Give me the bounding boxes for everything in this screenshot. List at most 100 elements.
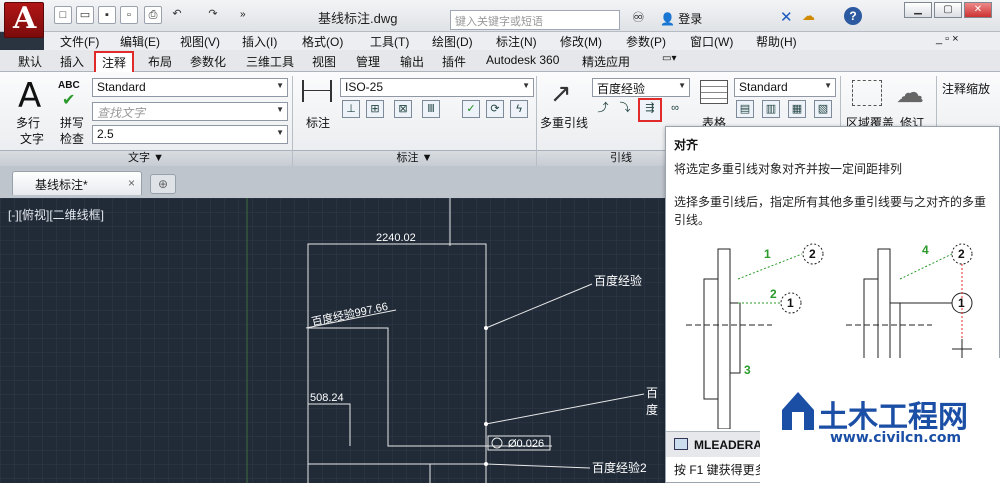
tab-manage[interactable]: 管理	[356, 53, 380, 70]
mleader-label[interactable]: 多重引线	[540, 114, 588, 131]
tab-3d-tools[interactable]: 三维工具	[246, 53, 294, 70]
dim-tolerance-icon[interactable]: ⊠	[394, 100, 412, 118]
menu-help[interactable]: 帮助(H)	[756, 33, 797, 50]
tab-parametric[interactable]: 参数化	[190, 53, 226, 70]
dim-style-select[interactable]: ISO-25	[340, 78, 534, 97]
remove-leader-icon[interactable]: ⤵	[616, 100, 634, 118]
ribbon-tab-bar: 默认 插入 注释 布局 参数化 三维工具 视图 管理 输出 插件 Autodes…	[0, 50, 1000, 74]
diagram-label-3: 2	[770, 287, 777, 301]
dim-panel-title[interactable]: 标注 ▼	[293, 150, 536, 166]
more-tools-icon[interactable]: »	[240, 9, 246, 20]
watermark-logo-icon	[782, 392, 814, 430]
diagram-label-7: 2	[958, 247, 965, 261]
mtext-label-2[interactable]: 文字	[20, 130, 44, 147]
tab-default[interactable]: 默认	[18, 53, 42, 70]
spellcheck-icon[interactable]: ✔	[62, 90, 75, 110]
tab-output[interactable]: 输出	[400, 53, 424, 70]
search-input[interactable]: 键入关键字或短语	[450, 10, 620, 30]
app-menu-logo[interactable]: A	[4, 1, 44, 38]
dim-label[interactable]: 标注	[306, 114, 330, 131]
menu-draw[interactable]: 绘图(D)	[432, 33, 473, 50]
minimize-button[interactable]: ▁	[904, 2, 932, 18]
drawing-canvas[interactable]: [-][俯视][二维线框] 2240.02 百度经验997.66 508.24 …	[0, 198, 665, 483]
spell-label-1[interactable]: 拼写	[60, 114, 84, 131]
file-tab-label: 基线标注*	[35, 178, 88, 192]
table-download-icon[interactable]: ▧	[814, 100, 832, 118]
add-leader-icon[interactable]: ⤴	[594, 100, 612, 118]
ribbon-minimize-icon[interactable]: ▭▾	[662, 53, 676, 64]
tab-autodesk-360[interactable]: Autodesk 360	[486, 53, 559, 67]
wipeout-icon[interactable]	[852, 80, 882, 106]
text-panel-title[interactable]: 文字 ▼	[0, 150, 292, 166]
table-icon[interactable]	[700, 80, 728, 104]
dim-jog-icon[interactable]: ϟ	[510, 100, 528, 118]
table-upload-icon[interactable]: ▦	[788, 100, 806, 118]
user-icon: 👤	[660, 12, 675, 26]
text-height-select[interactable]: 2.5	[92, 125, 288, 144]
align-leader-icon[interactable]: ⇶	[638, 98, 662, 122]
tab-featured-apps[interactable]: 精选应用	[582, 53, 630, 70]
maximize-button[interactable]: ▢	[934, 2, 962, 18]
tab-layout[interactable]: 布局	[148, 53, 172, 70]
dim-continue-icon[interactable]: Ⅲ	[422, 100, 440, 118]
menu-file[interactable]: 文件(F)	[60, 33, 99, 50]
login-button[interactable]: 👤 登录	[660, 10, 702, 27]
menu-dimension[interactable]: 标注(N)	[496, 33, 537, 50]
dim-update-icon[interactable]: ✓	[462, 100, 480, 118]
diagram-label-1: 1	[764, 247, 771, 261]
drawing-svg	[0, 198, 665, 483]
dim-break-icon[interactable]: ⊞	[366, 100, 384, 118]
dimension-icon[interactable]	[302, 80, 332, 102]
cloud-icon[interactable]: ☁	[802, 8, 815, 24]
close-button[interactable]: ✕	[964, 2, 992, 18]
new-file-icon[interactable]: □	[54, 6, 72, 24]
dim-reassociate-icon[interactable]: ⟳	[486, 100, 504, 118]
menu-format[interactable]: 格式(O)	[302, 33, 343, 50]
menu-parameter[interactable]: 参数(P)	[626, 33, 666, 50]
save-icon[interactable]: ▪	[98, 6, 116, 24]
file-tab[interactable]: 基线标注* ×	[12, 171, 142, 195]
collect-leader-icon[interactable]: ∞	[666, 100, 684, 118]
annotation-scale-label[interactable]: 注释缩放	[942, 80, 990, 97]
mleader-style-select[interactable]: 百度经验	[592, 78, 690, 97]
text-style-select[interactable]: Standard	[92, 78, 288, 97]
mtext-label-1[interactable]: 多行	[16, 114, 40, 131]
redo-icon[interactable]: ↷	[204, 6, 222, 24]
save-as-icon[interactable]: ▫	[120, 6, 138, 24]
new-tab-icon[interactable]: ⊕	[150, 174, 176, 194]
dim-linear-icon[interactable]: ⊥	[342, 100, 360, 118]
exchange-icon[interactable]: ✕	[780, 8, 793, 26]
mtext-big-a-icon[interactable]: A	[18, 76, 41, 116]
revcloud-icon[interactable]: ☁	[896, 76, 924, 109]
diagram-label-5: 3	[744, 363, 751, 377]
tab-annotate[interactable]: 注释	[94, 51, 135, 74]
diagram-label-8: 1	[958, 296, 965, 310]
menu-modify[interactable]: 修改(M)	[560, 33, 602, 50]
find-text-input[interactable]: 查找文字	[92, 102, 288, 121]
table-style-select[interactable]: Standard	[734, 78, 836, 97]
print-icon[interactable]: ⎙	[144, 6, 162, 24]
table-link-icon[interactable]: ▤	[736, 100, 754, 118]
tab-view[interactable]: 视图	[312, 53, 336, 70]
doc-window-controls[interactable]: _ ▫ ×	[936, 33, 959, 45]
menu-edit[interactable]: 编辑(E)	[120, 33, 160, 50]
binoculars-icon[interactable]: ♾	[632, 9, 645, 26]
spell-label-2[interactable]: 检查	[60, 130, 84, 147]
menu-view[interactable]: 视图(V)	[180, 33, 220, 50]
mleader-icon[interactable]: ↗	[550, 78, 572, 109]
close-tab-icon[interactable]: ×	[128, 176, 135, 190]
menu-tools[interactable]: 工具(T)	[370, 33, 409, 50]
undo-icon[interactable]: ↶	[168, 6, 186, 24]
tab-plugins[interactable]: 插件	[442, 53, 466, 70]
menu-insert[interactable]: 插入(I)	[242, 33, 277, 50]
menu-bar: 文件(F) 编辑(E) 视图(V) 插入(I) 格式(O) 工具(T) 绘图(D…	[44, 32, 1000, 50]
title-bar: □ ▭ ▪ ▫ ⎙ ↶ ↷ » 基线标注.dwg 键入关键字或短语 ♾ 👤 登录…	[0, 0, 1000, 32]
tab-insert[interactable]: 插入	[60, 53, 84, 70]
diagram-label-6: 4	[922, 243, 929, 257]
document-title: 基线标注.dwg	[318, 11, 398, 26]
table-extract-icon[interactable]: ▥	[762, 100, 780, 118]
viewport-label[interactable]: [-][俯视][二维线框]	[8, 206, 104, 223]
help-icon[interactable]: ?	[844, 7, 862, 25]
open-file-icon[interactable]: ▭	[76, 6, 94, 24]
menu-window[interactable]: 窗口(W)	[690, 33, 733, 50]
